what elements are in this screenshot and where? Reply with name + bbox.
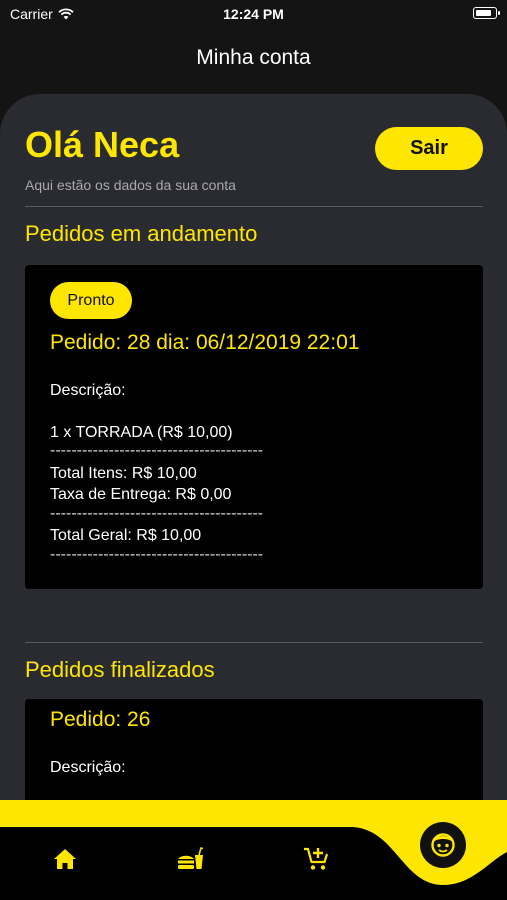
total-items: Total Itens: R$ 10,00 [50,465,197,482]
order-item: 1 x TORRADA (R$ 10,00) [50,424,233,441]
divider [25,642,483,643]
profile-button[interactable] [420,822,466,868]
description-label: Descrição: [50,382,126,399]
finished-order-card[interactable]: Pedido: 26 Descrição: [25,699,483,814]
clock: 12:24 PM [223,6,284,22]
separator-line: ---------------------------------------- [50,546,264,563]
battery-icon [473,7,500,19]
status-badge: Pronto [50,282,132,319]
logout-button[interactable]: Sair [375,127,483,170]
active-order-card[interactable]: Pronto Pedido: 28 dia: 06/12/2019 22:01 … [25,265,483,589]
delivery-fee: Taxa de Entrega: R$ 0,00 [50,486,232,503]
greeting: Olá Neca [25,124,180,165]
page-title: Minha conta [196,46,311,69]
divider [25,206,483,207]
home-icon[interactable] [50,846,80,872]
section-title-finished: Pedidos finalizados [25,657,215,682]
order-header: Pedido: 28 dia: 06/12/2019 22:01 [50,331,360,354]
menu-food-icon[interactable] [175,846,205,872]
separator-line: ---------------------------------------- [50,442,264,459]
section-title-in-progress: Pedidos em andamento [25,221,258,246]
account-subtitle: Aqui estão os dados da sua conta [25,177,236,193]
description-label: Descrição: [50,759,126,776]
add-to-cart-icon[interactable] [302,846,332,872]
grand-total: Total Geral: R$ 10,00 [50,527,202,544]
profile-icon [431,833,455,857]
separator-line: ---------------------------------------- [50,505,264,522]
order-header: Pedido: 26 [50,708,151,731]
account-panel: Olá Neca Sair Aqui estão os dados da sua… [0,94,507,814]
status-bar: Carrier 12:24 PM [0,0,507,30]
